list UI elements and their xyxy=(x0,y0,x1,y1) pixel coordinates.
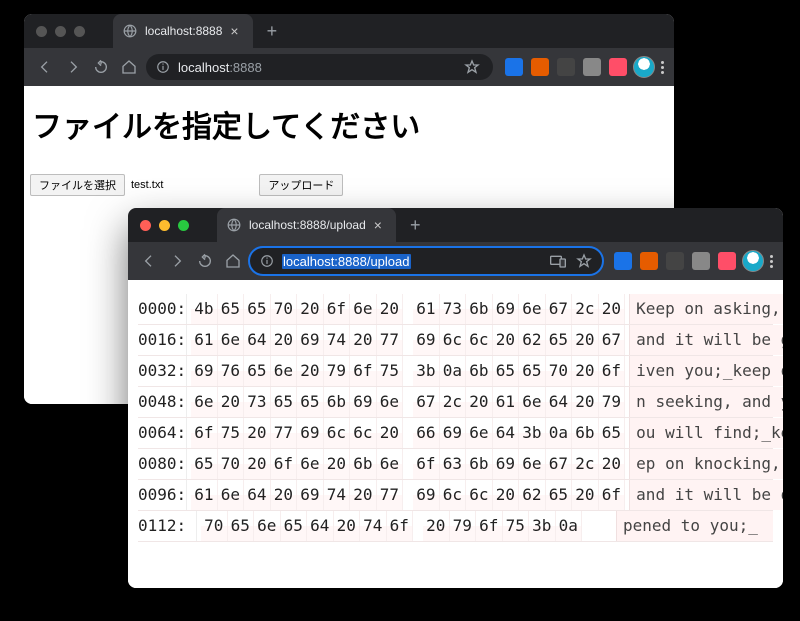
hex-bytes: 6f752077696c6c20 66696e643b0a6b65 xyxy=(187,418,629,448)
extensions xyxy=(505,58,627,76)
hex-row: 0096:616e642069742077 696c6c206265206fan… xyxy=(138,480,773,511)
hex-row: 0048:6e207365656b696e 672c20616e642079n … xyxy=(138,387,773,418)
hex-offset: 0032: xyxy=(138,356,187,386)
hex-bytes: 70656e656420746f 20796f753b0a xyxy=(197,511,616,541)
home-button[interactable] xyxy=(118,56,140,78)
home-button[interactable] xyxy=(222,250,244,272)
extension-icon[interactable] xyxy=(666,252,684,270)
hex-offset: 0016: xyxy=(138,325,187,355)
maximize-icon[interactable] xyxy=(74,26,85,37)
hex-offset: 0096: xyxy=(138,480,187,510)
hex-row: 0064:6f752077696c6c20 66696e643b0a6b65ou… xyxy=(138,418,773,449)
hex-row: 0080:6570206f6e206b6e 6f636b696e672c20ep… xyxy=(138,449,773,480)
back-button[interactable] xyxy=(138,250,160,272)
toolbar: localhost:8888 xyxy=(24,48,674,86)
toolbar: localhost:8888/upload xyxy=(128,242,783,280)
tab-title: localhost:8888 xyxy=(145,24,222,38)
choose-file-button[interactable]: ファイルを選択 xyxy=(30,174,125,196)
bookmark-icon[interactable] xyxy=(576,253,592,269)
hex-bytes: 4b656570206f6e20 61736b696e672c20 xyxy=(187,294,629,324)
back-button[interactable] xyxy=(34,56,56,78)
hex-bytes: 6e207365656b696e 672c20616e642079 xyxy=(187,387,629,417)
extension-icon[interactable] xyxy=(557,58,575,76)
hex-bytes: 616e642069742077 696c6c2062652067 xyxy=(187,325,629,355)
forward-button[interactable] xyxy=(166,250,188,272)
hex-ascii: and it will be o xyxy=(629,480,783,510)
address-bar[interactable]: localhost:8888 xyxy=(146,54,493,80)
hex-row: 0016:616e642069742077 696c6c2062652067an… xyxy=(138,325,773,356)
hex-offset: 0048: xyxy=(138,387,187,417)
extension-icon[interactable] xyxy=(609,58,627,76)
globe-icon xyxy=(123,24,137,38)
hex-offset: 0000: xyxy=(138,294,187,324)
hex-ascii: pened to you;_ xyxy=(616,511,773,541)
bookmark-icon[interactable] xyxy=(461,56,483,78)
titlebar: localhost:8888/upload × + xyxy=(128,208,783,242)
hex-row: 0112:70656e656420746f 20796f753b0a pened… xyxy=(138,511,773,542)
profile-avatar[interactable] xyxy=(742,250,764,272)
window-controls xyxy=(36,26,85,37)
extension-icon[interactable] xyxy=(640,252,658,270)
tab-close-icon[interactable]: × xyxy=(374,218,382,232)
site-info-icon[interactable] xyxy=(156,60,170,74)
menu-button[interactable] xyxy=(770,255,773,268)
forward-button[interactable] xyxy=(62,56,84,78)
maximize-icon[interactable] xyxy=(178,220,189,231)
extension-icon[interactable] xyxy=(692,252,710,270)
browser-tab[interactable]: localhost:8888 × xyxy=(113,14,253,48)
hex-offset: 0080: xyxy=(138,449,187,479)
close-icon[interactable] xyxy=(140,220,151,231)
devices-icon[interactable] xyxy=(550,254,566,268)
minimize-icon[interactable] xyxy=(159,220,170,231)
new-tab-button[interactable]: + xyxy=(267,21,278,42)
hex-row: 0000:4b656570206f6e20 61736b696e672c20Ke… xyxy=(138,294,773,325)
extension-icon[interactable] xyxy=(614,252,632,270)
extension-icon[interactable] xyxy=(583,58,601,76)
titlebar: localhost:8888 × + xyxy=(24,14,674,48)
upload-button[interactable]: アップロード xyxy=(259,174,343,196)
extension-icon[interactable] xyxy=(718,252,736,270)
page-title: ファイルを指定してください xyxy=(32,102,666,146)
tab-title: localhost:8888/upload xyxy=(249,218,366,232)
hex-ascii: iven you;_keep o xyxy=(629,356,783,386)
browser-tab[interactable]: localhost:8888/upload × xyxy=(217,208,396,242)
hex-ascii: and it will be g xyxy=(629,325,783,355)
hex-ascii: ep on knocking, xyxy=(629,449,783,479)
hex-bytes: 616e642069742077 696c6c206265206f xyxy=(187,480,629,510)
hex-bytes: 6570206f6e206b6e 6f636b696e672c20 xyxy=(187,449,629,479)
hex-offset: 0112: xyxy=(138,511,197,541)
chosen-filename: test.txt xyxy=(131,179,163,191)
menu-button[interactable] xyxy=(661,61,664,74)
hex-ascii: Keep on asking, xyxy=(629,294,783,324)
url-text: localhost:8888 xyxy=(178,60,262,75)
browser-window-2: localhost:8888/upload × + localhost:8888… xyxy=(128,208,783,588)
address-bar[interactable]: localhost:8888/upload xyxy=(250,248,602,274)
site-info-icon[interactable] xyxy=(260,254,274,268)
hexdump-content: 0000:4b656570206f6e20 61736b696e672c20Ke… xyxy=(128,280,783,588)
profile-avatar[interactable] xyxy=(633,56,655,78)
reload-button[interactable] xyxy=(90,56,112,78)
hex-ascii: ou will find;_ke xyxy=(629,418,783,448)
extension-icon[interactable] xyxy=(531,58,549,76)
close-icon[interactable] xyxy=(36,26,47,37)
hex-ascii: n seeking, and y xyxy=(629,387,783,417)
new-tab-button[interactable]: + xyxy=(410,215,421,236)
hex-bytes: 6976656e20796f75 3b0a6b656570206f xyxy=(187,356,629,386)
hex-row: 0032:6976656e20796f75 3b0a6b656570206fiv… xyxy=(138,356,773,387)
extension-icon[interactable] xyxy=(505,58,523,76)
reload-button[interactable] xyxy=(194,250,216,272)
tab-close-icon[interactable]: × xyxy=(230,24,238,38)
url-text: localhost:8888/upload xyxy=(282,254,411,269)
extensions xyxy=(614,252,736,270)
window-controls xyxy=(140,220,189,231)
hex-offset: 0064: xyxy=(138,418,187,448)
minimize-icon[interactable] xyxy=(55,26,66,37)
globe-icon xyxy=(227,218,241,232)
